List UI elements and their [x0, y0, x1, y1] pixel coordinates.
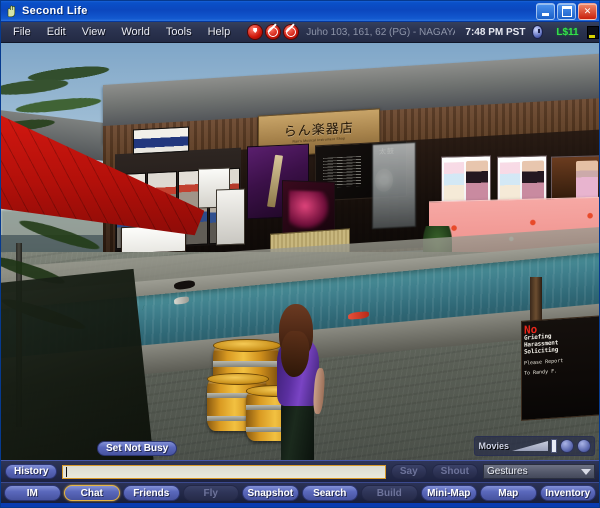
media-stop-icon[interactable]: [577, 439, 591, 453]
menu-bar: File Edit View World Tools Help Juho 103…: [1, 22, 600, 43]
set-not-busy-button[interactable]: Set Not Busy: [97, 441, 178, 456]
mini-map-button[interactable]: Mini-Map: [420, 485, 477, 501]
volume-slider-handle[interactable]: [551, 439, 557, 453]
build-button[interactable]: Build: [361, 485, 418, 501]
search-button[interactable]: Search: [301, 485, 358, 501]
money-chip-icon: [586, 25, 600, 39]
poster-thumbnails: [443, 161, 464, 201]
menu-item-tools[interactable]: Tools: [158, 24, 200, 40]
say-button[interactable]: Say: [390, 464, 427, 479]
menu-item-help[interactable]: Help: [200, 24, 239, 40]
poster-thumbnails: [500, 161, 521, 201]
notice-signboard: No Griefing Harassment Soliciting Please…: [521, 315, 599, 422]
chevron-down-icon[interactable]: [581, 468, 591, 475]
map-button[interactable]: Map: [480, 485, 537, 501]
menu-item-view[interactable]: View: [74, 24, 114, 40]
snapshot-button[interactable]: Snapshot: [242, 485, 299, 501]
window-controls: ✕: [536, 3, 597, 20]
media-play-icon[interactable]: [560, 439, 574, 453]
inventory-button[interactable]: Inventory: [539, 485, 596, 501]
no-scripts-icon[interactable]: [266, 25, 281, 39]
bottom-toolbar: IM Chat Friends Fly Snapshot Search Buil…: [1, 482, 599, 503]
menu-item-edit[interactable]: Edit: [39, 24, 74, 40]
poster-model-figure: [522, 159, 545, 202]
clock-time: 7:48 PM PST: [465, 26, 526, 38]
media-label: Movies: [478, 441, 509, 451]
minimize-button[interactable]: [536, 3, 555, 20]
media-control-panel[interactable]: Movies: [474, 436, 595, 456]
white-display-box: [216, 188, 246, 246]
volume-wedge-icon[interactable]: [512, 441, 548, 451]
title-bar: Second Life ✕: [1, 1, 599, 22]
avatar-legs: [280, 397, 315, 460]
poster-model-figure: [465, 159, 488, 202]
maximize-button[interactable]: [557, 3, 576, 20]
fashion-poster: [440, 154, 491, 207]
poster-model-figure: [576, 159, 599, 202]
chat-button[interactable]: Chat: [63, 485, 120, 501]
im-button[interactable]: IM: [4, 485, 61, 501]
shaded-ground-left: [1, 268, 155, 460]
down-arrow-red-icon[interactable]: [248, 25, 263, 39]
gestures-dropdown[interactable]: Gestures: [483, 464, 595, 479]
clock-icon: [533, 26, 543, 38]
second-life-window: Second Life ✕ File Edit View World Tools…: [0, 0, 600, 508]
3d-viewport[interactable]: らん楽器店 Ran's Musical Instrument Shop 太鼓: [1, 43, 599, 460]
fly-button[interactable]: Fly: [182, 485, 239, 501]
second-life-hand-icon: [5, 4, 18, 18]
window-bottom-edge: [1, 503, 599, 507]
close-button[interactable]: ✕: [578, 3, 597, 20]
currency-balance[interactable]: L$11: [556, 27, 578, 38]
chat-bar: History Say Shout Gestures: [1, 460, 599, 482]
interior-doorway: [371, 141, 416, 230]
text-caret: [66, 466, 68, 477]
window-title: Second Life: [22, 5, 88, 17]
set-not-busy-container: Set Not Busy: [97, 438, 178, 456]
friends-button[interactable]: Friends: [123, 485, 180, 501]
menu-item-file[interactable]: File: [5, 24, 39, 40]
chat-input[interactable]: [62, 464, 386, 479]
notice-footer-line: To Randy F.: [524, 368, 558, 377]
gestures-label: Gestures: [487, 466, 528, 477]
no-push-icon[interactable]: [284, 25, 299, 39]
shout-button[interactable]: Shout: [431, 464, 478, 479]
history-button[interactable]: History: [5, 464, 58, 479]
menu-item-world[interactable]: World: [113, 24, 158, 40]
parcel-status-icons: [248, 25, 299, 39]
location-status[interactable]: Juho 103, 161, 62 (PG) - NAGAYA(PG) ==li…: [306, 27, 455, 38]
